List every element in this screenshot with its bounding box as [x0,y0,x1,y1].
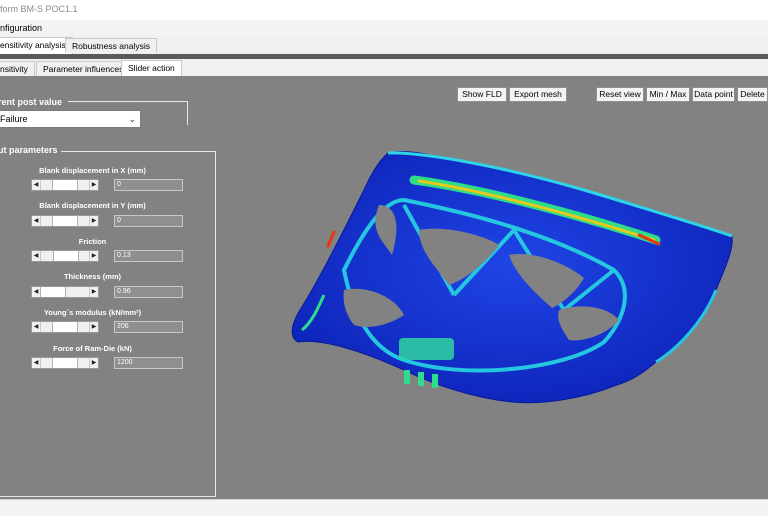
lower-panel [399,338,454,360]
hood-outer-shape [291,151,733,404]
chevron-down-icon: ⌄ [128,114,136,124]
slider-thumb[interactable] [40,287,66,297]
top-tab-bar: ensitivity analysis Robustness analysis [0,36,768,55]
tab-sensitivity-analysis[interactable]: ensitivity analysis [0,37,73,54]
post-value-legend: rent post value [0,97,66,107]
hood-mesh-viewport[interactable] [284,80,768,415]
param-value-field[interactable]: 0 [114,179,183,191]
arrow-left-icon[interactable]: ◀ [32,358,41,368]
window-title: form BM-S POC1.1 [0,4,78,14]
arrow-right-icon[interactable]: ▶ [89,322,98,332]
menu-bar: nfiguration [0,20,768,36]
param-value-field[interactable]: 206 [114,321,183,333]
param-slider[interactable]: ◀ ▶ [31,215,99,227]
tab-robustness-analysis[interactable]: Robustness analysis [65,38,157,53]
sub-tab-bar: nsitivity Parameter influences Slider ac… [0,59,768,77]
param-label: Force of Ram-Die (kN) [53,344,132,353]
lower-slot [432,374,438,388]
menu-configuration[interactable]: nfiguration [0,23,42,33]
arrow-left-icon[interactable]: ◀ [32,251,41,261]
param-slider[interactable]: ◀ ▶ [31,357,99,369]
param-slider[interactable]: ◀ ▶ [31,179,99,191]
post-value-select[interactable]: Failure ⌄ [0,110,141,128]
param-value-field[interactable]: 0 [114,215,183,227]
slider-thumb[interactable] [52,358,78,368]
param-label: Young´s modulus (kN/mm²) [43,308,142,317]
lower-slot [404,370,410,384]
slider-thumb[interactable] [52,322,78,332]
title-bar: form BM-S POC1.1 [0,0,768,21]
arrow-left-icon[interactable]: ◀ [32,322,41,332]
arrow-right-icon[interactable]: ▶ [89,180,98,190]
post-value-group-border [68,101,188,102]
param-value-field[interactable]: 1200 [114,357,183,369]
param-slider[interactable]: ◀ ▶ [31,321,99,333]
param-slider[interactable]: ◀ ▶ [31,286,99,298]
param-label: Blank displacement in Y (mm) [39,201,146,210]
post-value-selected: Failure [0,114,28,124]
param-value-field[interactable]: 0.13 [114,250,183,262]
lower-slot [418,372,424,386]
arrow-right-icon[interactable]: ▶ [89,287,98,297]
arrow-left-icon[interactable]: ◀ [32,216,41,226]
param-slider[interactable]: ◀ ▶ [31,250,99,262]
post-value-group-border-right [187,101,188,125]
arrow-right-icon[interactable]: ▶ [89,216,98,226]
slider-thumb[interactable] [53,251,79,261]
slider-thumb[interactable] [52,216,78,226]
arrow-right-icon[interactable]: ▶ [89,358,98,368]
input-parameters-legend: ut parameters [0,145,61,155]
hot-spot-left [326,230,336,248]
bottom-bar [0,499,768,516]
param-label: Thickness (mm) [63,272,122,281]
param-value-field[interactable]: 0.96 [114,286,183,298]
tab-parameter-influences[interactable]: Parameter influences [36,61,131,76]
tab-slider-action[interactable]: Slider action [121,60,182,77]
arrow-left-icon[interactable]: ◀ [32,180,41,190]
param-label: Blank displacement in X (mm) [39,166,146,175]
param-label: Friction [78,237,107,246]
tab-sensitivity[interactable]: nsitivity [0,61,35,76]
slider-thumb[interactable] [52,180,78,190]
arrow-right-icon[interactable]: ▶ [89,251,98,261]
